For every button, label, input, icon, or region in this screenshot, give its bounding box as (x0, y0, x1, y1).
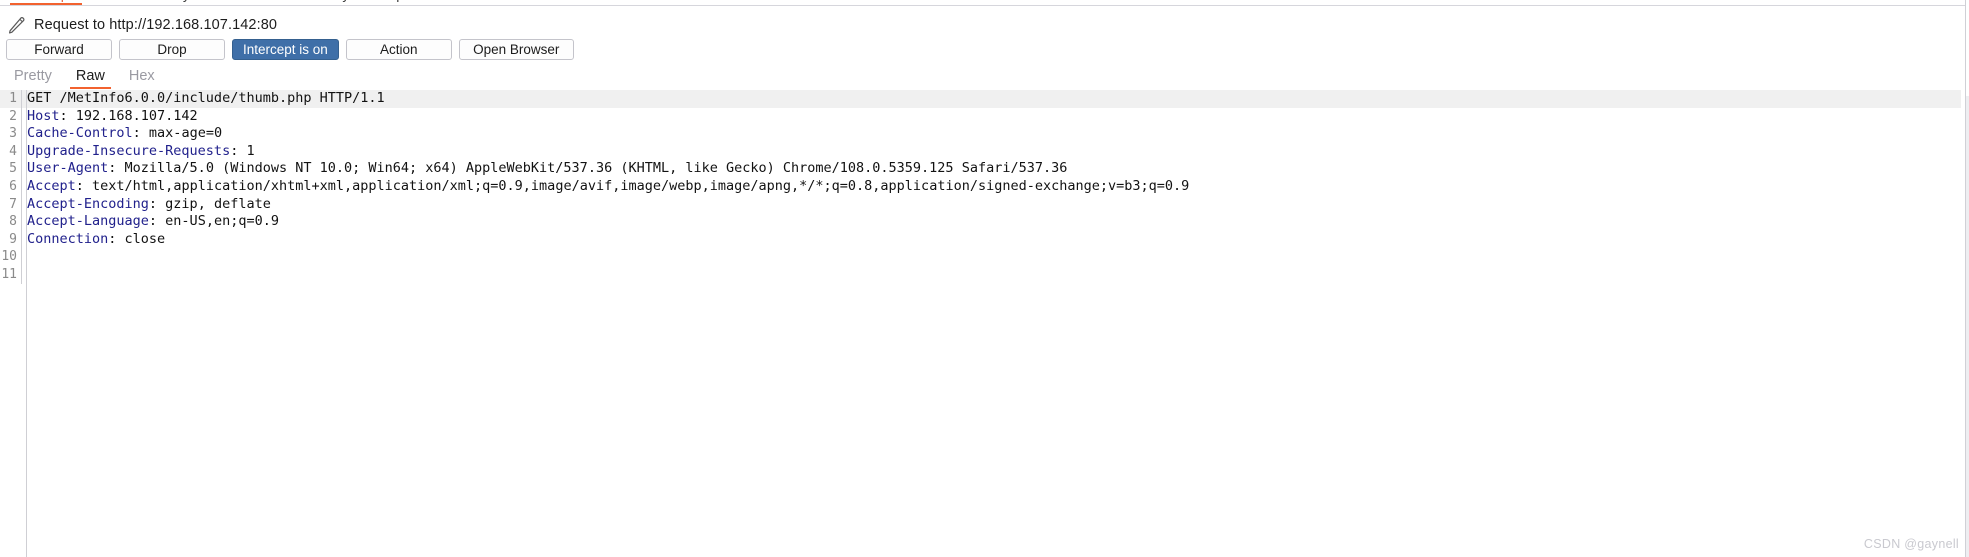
line-content: User-Agent: Mozilla/5.0 (Windows NT 10.0… (22, 160, 1067, 178)
tab-intercept[interactable]: Intercept (0, 0, 90, 5)
tab-hex-label: Hex (128, 68, 155, 84)
request-target-label: Request to http://192.168.107.142:80 (34, 17, 278, 33)
burp-proxy-intercept-panel: Intercept HTTP history WebSockets histor… (0, 0, 1969, 557)
action-button[interactable]: Action (345, 38, 452, 60)
header-name: Accept (27, 177, 76, 194)
pencil-icon (8, 17, 25, 34)
line-content: Accept-Language: en-US,en;q=0.9 (22, 213, 279, 231)
header-name: Connection (27, 230, 109, 247)
header-value: : gzip, deflate (148, 195, 271, 212)
line-content: Accept-Encoding: gzip, deflate (22, 196, 271, 214)
drop-button[interactable]: Drop (119, 38, 225, 60)
header-value: : max-age=0 (132, 125, 223, 142)
intercept-action-buttons: Forward Drop Intercept is on Action Open… (6, 38, 574, 60)
forward-button[interactable]: Forward (6, 38, 112, 60)
message-view-tabs: Pretty Raw Hex (0, 66, 1969, 90)
header-name: Cache-Control (27, 125, 133, 142)
line-content: GET /MetInfo6.0.0/include/thumb.php HTTP… (22, 90, 385, 108)
request-title-bar: Request to http://192.168.107.142:80 (0, 12, 1969, 38)
tab-http-history[interactable]: HTTP history (90, 0, 207, 5)
tab-websockets-history[interactable]: WebSockets history (208, 0, 367, 5)
line-number: 3 (0, 125, 22, 143)
line-content: Connection: close (22, 231, 165, 249)
line-number: 1 (0, 90, 22, 108)
tab-raw[interactable]: Raw (66, 67, 115, 89)
open-browser-button[interactable]: Open Browser (458, 38, 574, 60)
request-line-text: GET /MetInfo6.0.0/include/thumb.php HTTP… (27, 90, 385, 106)
tab-options-label: Options (385, 0, 433, 2)
header-name: User-Agent (27, 160, 109, 177)
editor-line[interactable]: 11 (0, 265, 1961, 284)
header-name: Upgrade-Insecure-Requests (27, 142, 231, 159)
tab-intercept-label: Intercept (18, 0, 72, 2)
editor-line[interactable]: 3 Cache-Control: max-age=0 (0, 125, 1961, 143)
line-content: Cache-Control: max-age=0 (22, 125, 222, 143)
line-number: 9 (0, 230, 22, 249)
editor-line[interactable]: 9 Connection: close (0, 230, 1961, 249)
header-value: : 1 (230, 142, 255, 159)
line-content: Accept: text/html,application/xhtml+xml,… (22, 178, 1189, 196)
raw-request-editor[interactable]: 1 GET /MetInfo6.0.0/include/thumb.php HTT… (0, 90, 1961, 557)
tab-websockets-history-label: WebSockets history (226, 0, 349, 2)
tab-pretty-label: Pretty (14, 68, 52, 84)
header-name: Accept-Encoding (27, 195, 149, 212)
intercept-toggle-button[interactable]: Intercept is on (232, 38, 339, 60)
line-number: 7 (0, 195, 22, 214)
line-number: 4 (0, 142, 22, 161)
tab-active-underline (10, 3, 82, 5)
right-panel-seam (1965, 0, 1969, 557)
proxy-tab-strip: Intercept HTTP history WebSockets histor… (0, 0, 1969, 6)
line-number: 11 (0, 265, 22, 284)
editor-line[interactable]: 7 Accept-Encoding: gzip, deflate (0, 195, 1961, 214)
tab-raw-label: Raw (75, 68, 105, 84)
line-content: Host: 192.168.107.142 (22, 108, 198, 126)
tab-hex[interactable]: Hex (119, 67, 165, 89)
header-value: : en-US,en;q=0.9 (148, 213, 279, 230)
line-number: 5 (0, 160, 22, 178)
editor-line[interactable]: 10 (0, 248, 1961, 266)
editor-line[interactable]: 1 GET /MetInfo6.0.0/include/thumb.php HTT… (0, 90, 1961, 108)
tab-http-history-label: HTTP history (108, 0, 189, 2)
editor-line[interactable]: 6 Accept: text/html,application/xhtml+xml… (0, 177, 1961, 196)
header-value: : Mozilla/5.0 (Windows NT 10.0; Win64; x… (108, 160, 1068, 177)
line-number: 8 (0, 213, 22, 231)
line-number: 2 (0, 107, 22, 126)
editor-line[interactable]: 2 Host: 192.168.107.142 (0, 107, 1961, 126)
line-number: 10 (0, 248, 22, 266)
tab-options[interactable]: Options (367, 0, 451, 5)
line-content: Upgrade-Insecure-Requests: 1 (22, 143, 255, 161)
header-name: Host (27, 107, 60, 124)
watermark-label: CSDN @gaynell (1863, 537, 1959, 551)
header-value: : text/html,application/xhtml+xml,applic… (75, 177, 1190, 194)
editor-line[interactable]: 8 Accept-Language: en-US,en;q=0.9 (0, 213, 1961, 231)
tab-pretty[interactable]: Pretty (4, 67, 62, 89)
header-value: : close (108, 230, 166, 247)
header-value: : 192.168.107.142 (59, 107, 198, 124)
editor-line[interactable]: 5 User-Agent: Mozilla/5.0 (Windows NT 10.… (0, 160, 1961, 178)
header-name: Accept-Language (27, 213, 149, 230)
editor-line[interactable]: 4 Upgrade-Insecure-Requests: 1 (0, 142, 1961, 161)
line-number: 6 (0, 177, 22, 196)
gutter-separator (26, 90, 27, 557)
